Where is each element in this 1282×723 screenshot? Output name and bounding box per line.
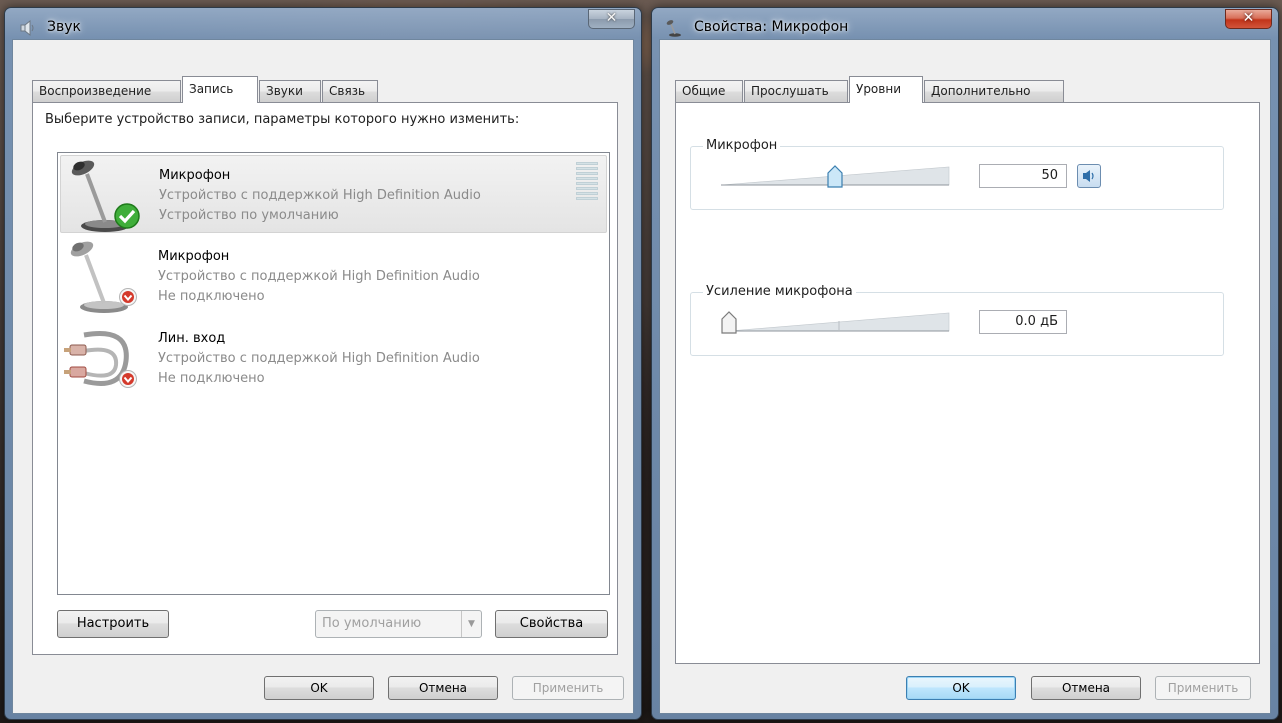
list-item[interactable]: Микрофон Устройство с поддержкой High De…	[60, 237, 607, 315]
device-name: Микрофон	[158, 249, 230, 264]
sound-tabs: Воспроизведение Запись Звуки Связь	[32, 76, 432, 103]
sound-window: Звук ✕ Воспроизведение Запись Звуки Связ…	[4, 7, 642, 720]
microphone-slider-thumb[interactable]	[827, 165, 843, 188]
properties-tabs: Общие Прослушать Уровни Дополнительно	[669, 76, 1089, 103]
close-icon: ✕	[605, 10, 618, 26]
tab-recording[interactable]: Запись	[182, 76, 258, 103]
device-status: Не подключено	[158, 371, 265, 386]
red-down-arrow-icon	[119, 288, 137, 306]
microphone-boost-group: Усиление микрофона 0.0 дБ	[690, 284, 1224, 356]
window-title: Звук	[47, 19, 81, 35]
microphone-boost-slider[interactable]	[717, 309, 957, 335]
tab-general[interactable]: Общие	[675, 80, 743, 102]
ok-button[interactable]: OK	[264, 676, 374, 700]
boost-group-label: Усиление микрофона	[703, 284, 856, 299]
apply-button[interactable]: Применить	[512, 676, 624, 700]
sound-client-area: Воспроизведение Запись Звуки Связь Выбер…	[12, 39, 634, 714]
ok-button[interactable]: OK	[906, 676, 1016, 700]
tab-sounds[interactable]: Звуки	[259, 80, 321, 102]
default-combo[interactable]: По умолчанию ▼	[315, 610, 482, 638]
green-check-icon	[114, 203, 140, 229]
device-status: Не подключено	[158, 289, 265, 304]
properties-button[interactable]: Свойства	[495, 610, 608, 638]
levels-tab-panel: Микрофон 50 Усиление микрофона 0.0 дБ	[675, 102, 1260, 664]
level-meter	[576, 162, 598, 202]
microphone-level-group: Микрофон 50	[690, 138, 1224, 210]
properties-window: Свойства: Микрофон ✕ Общие Прослушать Ур…	[651, 7, 1279, 720]
tab-communications[interactable]: Связь	[322, 80, 378, 102]
cancel-button[interactable]: Отмена	[388, 676, 498, 700]
device-status: Устройство по умолчанию	[159, 208, 339, 223]
device-description: Устройство с поддержкой High Definition …	[158, 351, 480, 366]
microphone-level-slider[interactable]	[717, 163, 957, 189]
close-button[interactable]: ✕	[588, 9, 635, 29]
list-item[interactable]: Лин. вход Устройство с поддержкой High D…	[60, 319, 607, 397]
recording-tab-panel: Выберите устройство записи, параметры ко…	[32, 102, 618, 655]
cancel-button[interactable]: Отмена	[1031, 676, 1141, 700]
properties-client-area: Общие Прослушать Уровни Дополнительно Ми…	[659, 39, 1271, 714]
chevron-down-icon: ▼	[461, 611, 481, 637]
close-icon: ✕	[1242, 10, 1255, 26]
device-name: Микрофон	[159, 168, 231, 183]
tab-playback[interactable]: Воспроизведение	[32, 80, 181, 102]
microphone-group-label: Микрофон	[703, 138, 781, 153]
device-name: Лин. вход	[158, 331, 226, 346]
close-button[interactable]: ✕	[1225, 9, 1272, 29]
boost-value-field: 0.0 дБ	[979, 310, 1067, 334]
red-down-arrow-icon	[119, 370, 137, 388]
speaker-icon	[1083, 170, 1094, 182]
tab-advanced[interactable]: Дополнительно	[924, 80, 1064, 102]
recording-device-list[interactable]: Микрофон Устройство с поддержкой High De…	[57, 152, 610, 595]
default-combo-label: По умолчанию	[322, 616, 422, 631]
instruction-text: Выберите устройство записи, параметры ко…	[45, 112, 520, 127]
separator	[686, 255, 1239, 256]
device-description: Устройство с поддержкой High Definition …	[158, 269, 480, 284]
apply-button[interactable]: Применить	[1155, 676, 1251, 700]
speaker-icon	[20, 19, 34, 37]
window-title: Свойства: Микрофон	[694, 19, 849, 35]
mute-toggle-button[interactable]	[1077, 164, 1101, 188]
configure-button[interactable]: Настроить	[57, 610, 169, 638]
list-item[interactable]: Микрофон Устройство с поддержкой High De…	[60, 155, 607, 233]
boost-slider-thumb[interactable]	[721, 311, 737, 334]
microphone-level-field[interactable]: 50	[979, 164, 1067, 188]
tab-levels[interactable]: Уровни	[849, 76, 923, 103]
microphone-icon	[666, 20, 681, 37]
device-description: Устройство с поддержкой High Definition …	[159, 188, 481, 203]
tab-listen[interactable]: Прослушать	[744, 80, 848, 102]
